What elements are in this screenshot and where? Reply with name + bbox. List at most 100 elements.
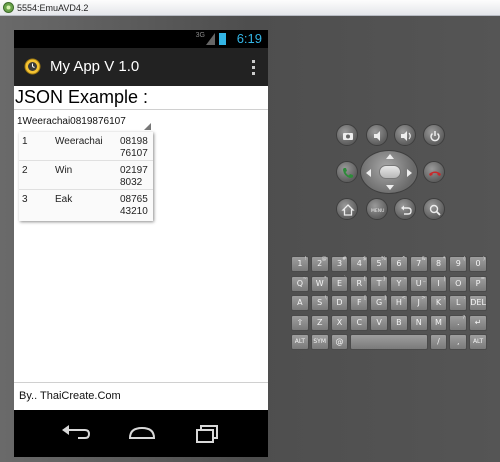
keyboard-key[interactable]: H <	[390, 295, 408, 311]
dropdown-item[interactable]: 1 Weerachai 08198 76107	[19, 133, 153, 161]
item-id: 2	[22, 165, 28, 176]
search-button[interactable]	[423, 198, 445, 220]
keyboard-key[interactable]: 1!	[291, 256, 309, 272]
keyboard-key[interactable]: 4 $	[350, 256, 369, 272]
key-label: @	[335, 337, 344, 346]
member-spinner[interactable]: 1Weerachai0819876107	[17, 116, 151, 130]
keyboard-key[interactable]: F[	[350, 295, 369, 311]
volume-up-button[interactable]	[394, 124, 416, 146]
app-title: My App V 1.0	[50, 58, 140, 75]
key-label: T	[376, 278, 382, 288]
keyboard-key[interactable]: W "	[310, 275, 329, 292]
keyboard-key[interactable]: S \	[310, 295, 329, 311]
keyboard-key[interactable]: DEL	[469, 295, 487, 311]
recent-apps-icon[interactable]	[190, 420, 224, 446]
key-alt-label: ~	[302, 275, 307, 282]
keyboard-key[interactable]: 8 *	[429, 256, 448, 272]
key-label: /	[437, 337, 440, 346]
key-label: 1	[297, 259, 303, 268]
keyboard-key[interactable]: L:	[449, 295, 468, 311]
keyboard-key[interactable]: ↵	[469, 314, 487, 331]
keyboard-key[interactable]: U _	[409, 275, 428, 292]
key-alt-label: !	[304, 256, 307, 262]
keyboard-key[interactable]: Z	[310, 314, 329, 331]
keyboard-key[interactable]: Y-	[390, 275, 408, 292]
key-label: ⇧	[296, 317, 304, 327]
status-clock: 6:19	[236, 31, 262, 46]
item-tel: 08198 76107	[120, 136, 148, 159]
keyboard-key[interactable]: 0)	[469, 256, 487, 272]
call-button[interactable]	[336, 161, 358, 183]
key-alt-label: #	[342, 256, 347, 262]
volume-down-button[interactable]	[366, 124, 388, 146]
key-alt-label: %	[381, 256, 386, 262]
dpad-down-icon[interactable]	[386, 185, 394, 190]
keyboard-key[interactable]: T}	[370, 275, 388, 292]
keyboard-key[interactable]: @	[330, 334, 349, 350]
emulator-app-icon	[3, 2, 14, 13]
key-label: 0	[475, 259, 481, 268]
keyboard-key[interactable]: 5%	[370, 256, 388, 272]
spinner-selected-value: 1Weerachai0819876107	[17, 116, 126, 127]
camera-button[interactable]	[336, 124, 358, 146]
key-label: .	[457, 317, 460, 327]
keyboard-key[interactable]: .?	[449, 314, 468, 331]
key-alt-label: |	[443, 275, 446, 282]
keyboard-key[interactable]: 2 @	[310, 256, 329, 272]
dropdown-item[interactable]: 3 Eak 08765 43210	[19, 191, 153, 219]
keyboard-key[interactable]: C	[350, 314, 369, 331]
keyboard-key[interactable]: 6 ^	[390, 256, 408, 272]
keyboard-key[interactable]: X	[330, 314, 349, 331]
dpad-up-icon[interactable]	[386, 154, 394, 159]
dpad[interactable]	[360, 150, 418, 194]
camera-icon	[343, 133, 353, 140]
keyboard-key[interactable]: G]	[370, 295, 388, 311]
key-label: 9	[455, 259, 461, 268]
key-label: Z	[316, 317, 323, 327]
keyboard-key[interactable]: 3 #	[330, 256, 349, 272]
key-label: X	[336, 317, 343, 327]
keyboard-key[interactable]: ,	[449, 334, 468, 350]
dpad-left-icon[interactable]	[366, 169, 371, 177]
power-button[interactable]	[423, 124, 445, 146]
keyboard-key[interactable]: SYM	[310, 334, 329, 350]
keyboard-key[interactable]: /	[429, 334, 448, 350]
keyboard-key[interactable]: J >	[409, 295, 428, 311]
power-icon	[430, 131, 440, 142]
volume-down-icon	[374, 131, 380, 141]
item-id: 1	[22, 136, 28, 147]
back-icon[interactable]	[58, 420, 92, 446]
dpad-center-button[interactable]	[379, 165, 401, 179]
keyboard-key[interactable]: O	[449, 275, 468, 292]
dpad-right-icon[interactable]	[407, 169, 412, 177]
menu-button[interactable]: MENU	[366, 198, 388, 220]
end-call-button[interactable]	[423, 161, 445, 183]
keyboard-key[interactable]: 7 &	[409, 256, 428, 272]
overflow-menu-icon[interactable]	[246, 58, 262, 78]
keyboard-key[interactable]: V	[370, 314, 388, 331]
keyboard-key[interactable]: ⇧	[291, 314, 309, 331]
keyboard-key[interactable]: B	[390, 314, 408, 331]
keyboard-key[interactable]: Q ~	[291, 275, 309, 292]
dropdown-item[interactable]: 2 Win 02197 8032	[19, 162, 153, 190]
keyboard-key[interactable]: K;	[429, 295, 448, 311]
keyboard-key[interactable]: N	[409, 314, 428, 331]
keyboard-key[interactable]: M	[429, 314, 448, 331]
space-key[interactable]	[350, 334, 428, 350]
app-launcher-icon[interactable]	[24, 58, 41, 75]
key-label: S	[317, 298, 323, 307]
key-label: 4	[356, 259, 362, 268]
keyboard-key[interactable]: ALT	[469, 334, 487, 350]
keyboard-key[interactable]: A	[291, 295, 309, 311]
keyboard-key[interactable]: I |	[429, 275, 448, 292]
back-button[interactable]	[394, 198, 416, 220]
keyboard-key[interactable]: R{	[350, 275, 369, 292]
keyboard-key[interactable]: E `	[330, 275, 349, 292]
keyboard-key[interactable]: 9(	[449, 256, 468, 272]
keyboard-key[interactable]: P =	[469, 275, 487, 292]
home-icon[interactable]	[125, 420, 159, 446]
keyboard-key[interactable]: D	[330, 295, 349, 311]
key-alt-label: (	[463, 256, 466, 262]
home-button[interactable]	[336, 198, 358, 220]
keyboard-key[interactable]: ALT	[291, 334, 309, 350]
